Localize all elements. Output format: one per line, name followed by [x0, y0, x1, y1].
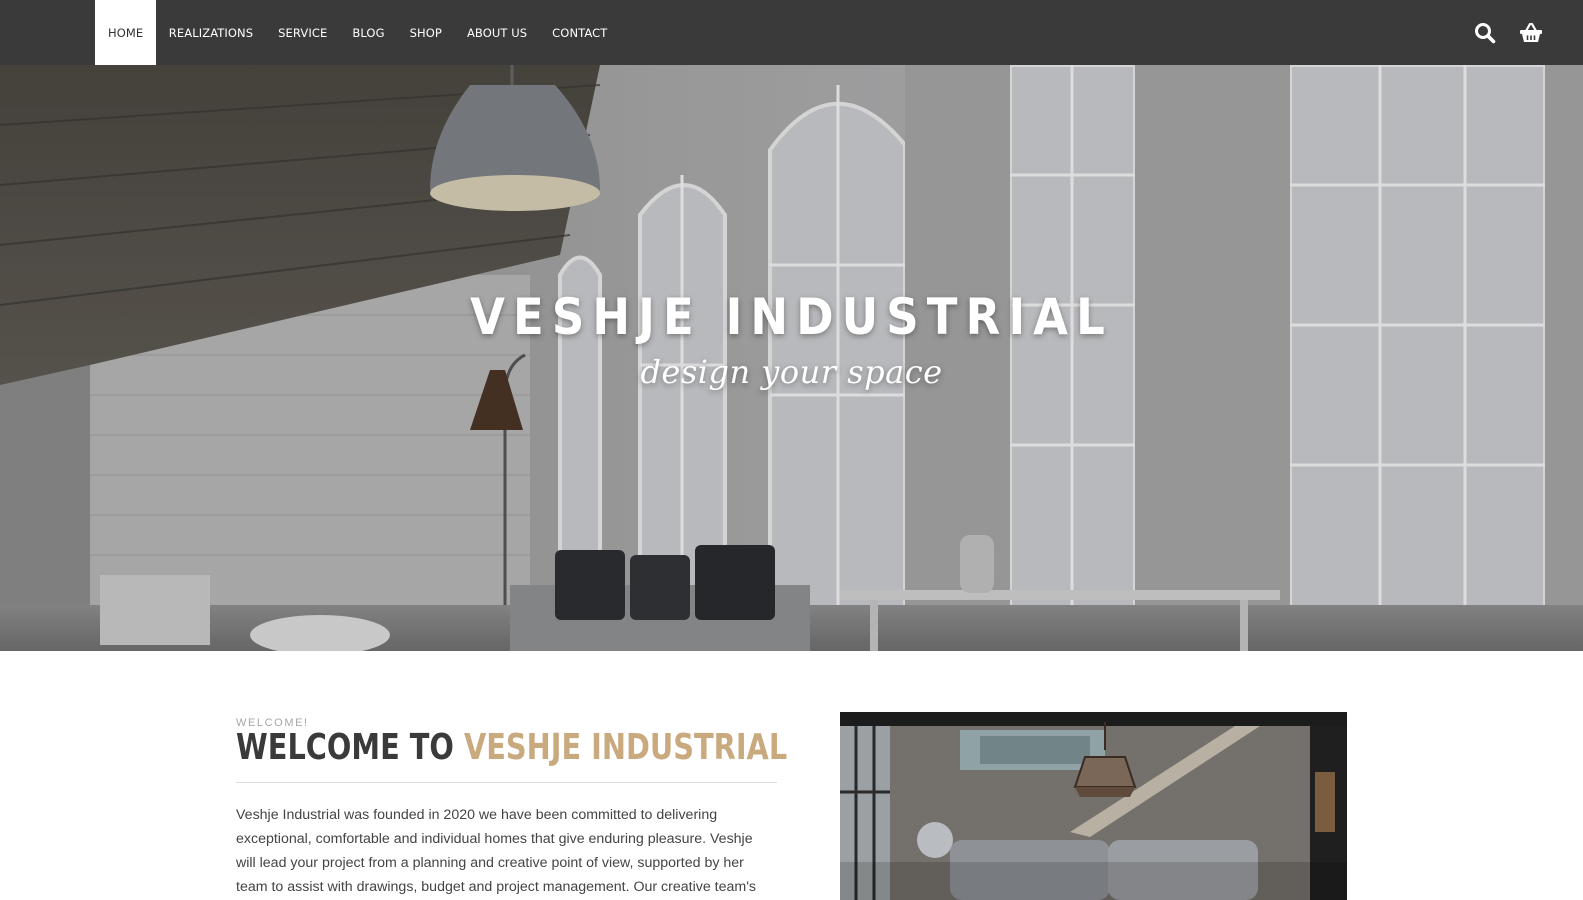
hero-banner: VESHJE INDUSTRIAL design your space	[0, 65, 1583, 651]
welcome-interior-photo	[840, 712, 1347, 900]
nav-item-home[interactable]: HOME	[95, 0, 157, 65]
basket-icon[interactable]	[1519, 21, 1543, 45]
welcome-body-text: Veshje Industrial was founded in 2020 we…	[236, 807, 757, 895]
main-menu: HOME REALIZATIONS SERVICE BLOG SHOP ABOU…	[95, 0, 620, 65]
nav-item-shop[interactable]: SHOP	[397, 0, 454, 65]
nav-item-about-us[interactable]: ABOUT US	[454, 0, 539, 65]
hero-tagline: design your space	[640, 353, 943, 391]
nav-item-blog[interactable]: BLOG	[340, 0, 397, 65]
nav-item-service[interactable]: SERVICE	[266, 0, 340, 65]
search-icon[interactable]	[1473, 21, 1497, 45]
hero-title: VESHJE INDUSTRIAL	[470, 288, 1113, 346]
nav-item-realizations[interactable]: REALIZATIONS	[156, 0, 265, 65]
top-navbar: HOME REALIZATIONS SERVICE BLOG SHOP ABOU…	[0, 0, 1583, 65]
welcome-heading-prefix: WELCOME TO	[236, 727, 454, 768]
interior-image	[840, 712, 1347, 900]
nav-item-contact[interactable]: CONTACT	[540, 0, 620, 65]
welcome-heading: WELCOME TO VESHJE INDUSTRIAL	[236, 727, 787, 768]
welcome-heading-accent: VESHJE INDUSTRIAL	[463, 727, 788, 768]
welcome-divider	[236, 782, 777, 783]
nav-icons	[1473, 0, 1543, 65]
